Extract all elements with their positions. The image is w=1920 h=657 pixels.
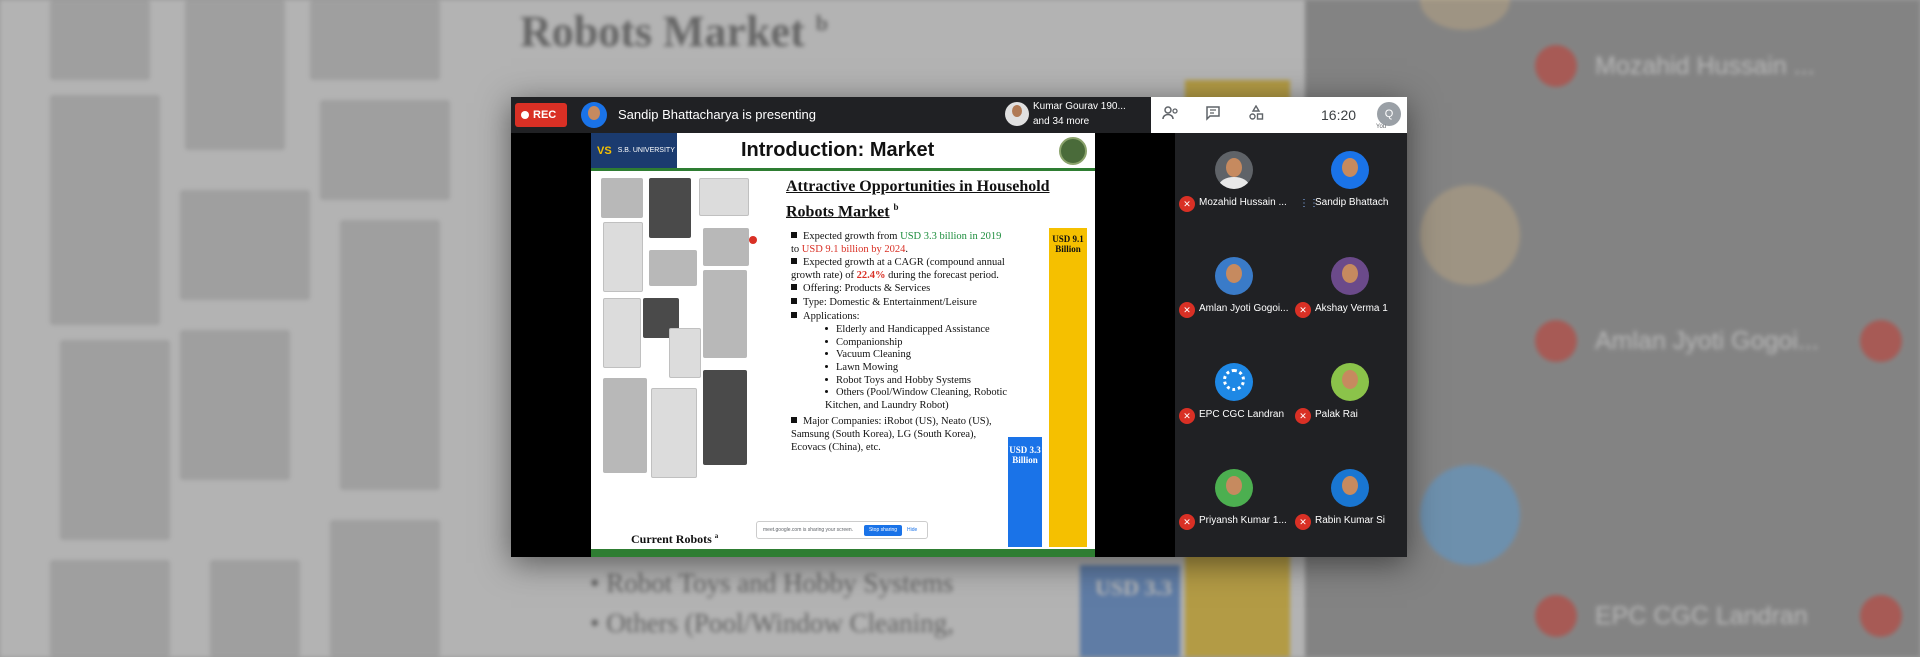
recording-badge[interactable]: REC xyxy=(515,103,567,127)
participant-name: Priyansh Kumar 1... xyxy=(1199,515,1287,526)
bullet-applications: Applications: xyxy=(791,311,1011,324)
joined-more: and 34 more xyxy=(1033,116,1090,127)
record-icon xyxy=(521,111,529,119)
meeting-top-bar: REC Sandip Bhattacharya is presenting Ku… xyxy=(511,97,1407,133)
chart-bar-2019-label: USD 3.3 Billion xyxy=(1009,445,1041,465)
shared-slide: VS S.B. UNIVERSITY Introduction: Market … xyxy=(591,133,1095,557)
participant-tile[interactable]: ✕ Akshay Verma 1 xyxy=(1291,239,1407,345)
recording-label: REC xyxy=(533,109,557,121)
bullet-offering: Offering: Products & Services xyxy=(791,283,1011,296)
self-avatar[interactable]: Q xyxy=(1377,102,1401,126)
bullet-growth: Expected growth from USD 3.3 billion in … xyxy=(791,231,1002,255)
application-item: Vacuum Cleaning xyxy=(791,349,1011,362)
participant-tile[interactable]: ✕ Palak Rai xyxy=(1291,345,1407,451)
participant-name: Mozahid Hussain ... xyxy=(1199,197,1287,208)
people-icon[interactable] xyxy=(1161,105,1181,125)
application-item: Robot Toys and Hobby Systems xyxy=(791,375,1011,388)
slide-title: Introduction: Market xyxy=(741,139,935,161)
cgc-logo-icon xyxy=(1215,363,1253,401)
presenting-status: Sandip Bhattacharya is presenting xyxy=(618,107,817,122)
participant-name: Amlan Jyoti Gogoi... xyxy=(1199,303,1289,314)
chat-icon[interactable] xyxy=(1203,105,1223,125)
joined-name: Kumar Gourav 190... xyxy=(1033,101,1126,112)
participant-avatar xyxy=(1331,257,1369,295)
participant-avatar xyxy=(1331,151,1369,189)
activities-icon[interactable] xyxy=(1246,104,1266,125)
mic-off-icon: ✕ xyxy=(1295,302,1311,318)
application-item: Companionship xyxy=(791,337,1011,350)
mic-off-icon: ✕ xyxy=(1295,408,1311,424)
robot-image xyxy=(699,178,749,216)
robot-image xyxy=(703,228,749,266)
slide-header: VS S.B. UNIVERSITY Introduction: Market xyxy=(591,133,1095,171)
mic-off-icon: ✕ xyxy=(1179,514,1195,530)
robot-image xyxy=(651,388,697,478)
robot-image xyxy=(703,270,747,358)
slide-bullets: Expected growth from USD 3.3 billion in … xyxy=(791,231,1011,455)
emblem-icon xyxy=(1059,137,1087,165)
participant-avatar xyxy=(1215,469,1253,507)
participant-name: Sandip Bhattach xyxy=(1315,197,1389,208)
robot-images xyxy=(599,178,754,548)
participant-tile[interactable]: ✕ Mozahid Hussain ... xyxy=(1175,133,1291,239)
stop-sharing-button[interactable]: Stop sharing xyxy=(864,525,902,536)
application-item: Lawn Mowing xyxy=(791,362,1011,375)
application-item: Elderly and Handicapped Assistance xyxy=(791,324,1011,337)
robot-image xyxy=(603,222,643,292)
robot-image xyxy=(649,178,691,238)
participant-name: Palak Rai xyxy=(1315,409,1358,420)
participant-name: EPC CGC Landran xyxy=(1199,409,1285,420)
mic-off-icon: ✕ xyxy=(1179,302,1195,318)
participant-tile[interactable]: ✕ EPC CGC Landran xyxy=(1175,345,1291,451)
robot-image xyxy=(669,328,701,378)
hide-banner-button[interactable]: Hide xyxy=(907,525,917,536)
robot-image xyxy=(601,178,643,218)
self-label: You xyxy=(1376,124,1387,130)
participant-avatar xyxy=(1215,257,1253,295)
participant-tile[interactable]: ✕ Amlan Jyoti Gogoi... xyxy=(1175,239,1291,345)
clock: 16:20 xyxy=(1321,107,1357,123)
screen-share-banner: meet.google.com is sharing your screen. … xyxy=(756,521,928,539)
robot-image xyxy=(603,378,647,473)
mic-off-icon: ✕ xyxy=(1295,514,1311,530)
meeting-window: REC Sandip Bhattacharya is presenting Ku… xyxy=(511,97,1407,557)
participant-avatar xyxy=(1331,363,1369,401)
mic-off-icon: ✕ xyxy=(1179,196,1195,212)
robot-image xyxy=(703,370,747,465)
participant-name: Akshay Verma 1 xyxy=(1315,303,1388,314)
chart-bar-2024-label: USD 9.1 Billion xyxy=(1052,234,1084,254)
participant-name: Rabin Kumar Si xyxy=(1315,515,1386,526)
university-logo: VS S.B. UNIVERSITY xyxy=(591,133,677,168)
participant-tile[interactable]: ⋮⋮ Sandip Bhattach xyxy=(1291,133,1407,239)
chart-bar-2024 xyxy=(1049,228,1087,547)
top-right-toolbar: 45 16:20 Q You xyxy=(1151,97,1407,133)
participant-tile[interactable]: ✕ Priyansh Kumar 1... xyxy=(1175,451,1291,557)
current-robots-caption: Current Robots a xyxy=(631,532,719,546)
participant-avatar xyxy=(1331,469,1369,507)
mic-off-icon: ✕ xyxy=(1179,408,1195,424)
bullet-type: Type: Domestic & Entertainment/Leisure xyxy=(791,297,1011,310)
bullet-companies: Major Companies: iRobot (US), Neato (US)… xyxy=(791,416,992,453)
participant-grid: ✕ Mozahid Hussain ... ⋮⋮ Sandip Bhattach… xyxy=(1175,133,1407,557)
pointer-dot xyxy=(749,236,757,244)
slide-heading: Attractive Opportunities in Household Ro… xyxy=(786,178,1050,221)
joined-avatar xyxy=(1005,102,1029,126)
robot-image xyxy=(603,298,641,368)
presenter-avatar xyxy=(581,102,607,128)
participant-tile[interactable]: ✕ Rabin Kumar Si xyxy=(1291,451,1407,557)
robot-image xyxy=(649,250,697,286)
participant-avatar xyxy=(1215,151,1253,189)
application-item: Others (Pool/Window Cleaning, Robotic Ki… xyxy=(825,387,1008,411)
slide-footer xyxy=(591,549,1095,557)
bullet-cagr: Expected growth at a CAGR (compound annu… xyxy=(791,257,1005,281)
speaking-icon: ⋮⋮ xyxy=(1299,198,1319,209)
